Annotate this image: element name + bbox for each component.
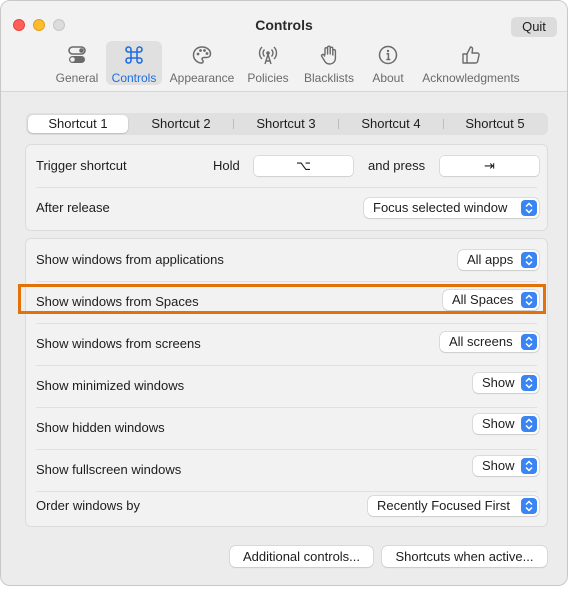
tab-general[interactable]: General [53,41,101,85]
order-row: Order windows by Recently Focused First [26,492,547,525]
hand-icon [300,44,358,68]
tab-controls-label: Controls [111,71,157,85]
chevron-up-down-icon [521,252,537,268]
chevron-up-down-icon [521,458,537,474]
quit-button[interactable]: Quit [511,17,557,37]
screens-value: All screens [449,334,513,349]
after-release-value: Focus selected window [373,200,508,215]
info-icon [367,44,409,68]
shortcut-tab-1[interactable]: Shortcut 1 [28,115,128,133]
chevron-up-down-icon [521,334,537,350]
applications-row: Show windows from applications All apps [26,240,547,281]
chevron-up-down-icon [521,498,537,514]
tab-controls[interactable]: Controls [106,41,162,85]
chevron-up-down-icon [521,200,537,216]
thumbs-up-icon [419,44,523,68]
press-key-field[interactable]: ⇥ [440,156,539,176]
minimized-label: Show minimized windows [36,378,185,393]
tab-about[interactable]: About [367,41,409,85]
fullscreen-row: Show fullscreen windows Show [26,450,547,491]
shortcut-tab-2[interactable]: Shortcut 2 [129,115,233,133]
trigger-shortcut-label: Trigger shortcut [36,158,127,173]
tab-appearance[interactable]: Appearance [167,41,237,85]
after-release-popup[interactable]: Focus selected window [364,198,539,218]
applications-label: Show windows from applications [36,252,224,267]
fullscreen-value: Show [482,458,515,473]
command-icon [106,44,162,68]
hidden-popup[interactable]: Show [473,414,539,434]
trigger-group: Trigger shortcut Hold ⌥ and press ⇥ Afte… [25,144,548,231]
order-label: Order windows by [36,498,141,513]
and-press-label: and press [368,158,426,173]
shortcut-tab-5[interactable]: Shortcut 5 [444,115,546,133]
controls-pane: Shortcut 1 Shortcut 2 Shortcut 3 Shortcu… [1,92,567,585]
order-popup[interactable]: Recently Focused First [368,496,539,516]
applications-value: All apps [467,252,514,267]
fullscreen-label: Show fullscreen windows [36,462,182,477]
tab-policies-label: Policies [247,71,289,85]
shortcut-segmented-control: Shortcut 1 Shortcut 2 Shortcut 3 Shortcu… [26,113,548,135]
hold-label: Hold [213,158,240,173]
window-filter-group: Show windows from applications All apps … [25,238,548,527]
tab-general-label: General [55,71,99,85]
shortcut-tab-4[interactable]: Shortcut 4 [339,115,443,133]
toggles-icon [53,44,101,68]
tab-acknowledgments[interactable]: Acknowledgments [419,41,523,85]
tab-appearance-label: Appearance [169,71,235,85]
after-release-label: After release [36,200,110,215]
chevron-up-down-icon [521,416,537,432]
after-release-row: After release Focus selected window [26,188,547,229]
shortcut-tab-3[interactable]: Shortcut 3 [234,115,338,133]
hidden-row: Show hidden windows Show [26,408,547,449]
tab-blacklists-label: Blacklists [303,71,354,85]
spaces-row-highlight [18,284,546,314]
antenna-icon [244,44,292,68]
minimized-value: Show [482,375,515,390]
additional-controls-button[interactable]: Additional controls... [230,546,373,567]
hidden-label: Show hidden windows [36,420,165,435]
chevron-up-down-icon [521,375,537,391]
tab-acknowledgments-label: Acknowledgments [422,71,520,85]
trigger-shortcut-row: Trigger shortcut Hold ⌥ and press ⇥ [26,146,547,187]
screens-label: Show windows from screens [36,336,201,351]
order-value: Recently Focused First [377,498,510,513]
window-title: Controls [255,17,313,33]
tab-about-label: About [372,71,404,85]
minimized-popup[interactable]: Show [473,373,539,393]
applications-popup[interactable]: All apps [458,250,539,270]
tab-blacklists[interactable]: Blacklists [300,41,358,85]
hidden-value: Show [482,416,515,431]
shortcuts-when-active-button[interactable]: Shortcuts when active... [382,546,547,567]
screens-row: Show windows from screens All screens [26,324,547,365]
minimized-row: Show minimized windows Show [26,366,547,407]
screens-popup[interactable]: All screens [440,332,539,352]
hold-key-field[interactable]: ⌥ [254,156,353,176]
fullscreen-popup[interactable]: Show [473,456,539,476]
tab-policies[interactable]: Policies [244,41,292,85]
palette-icon [167,44,237,68]
title-bar: Controls Quit General Controls Appearanc… [1,1,567,92]
